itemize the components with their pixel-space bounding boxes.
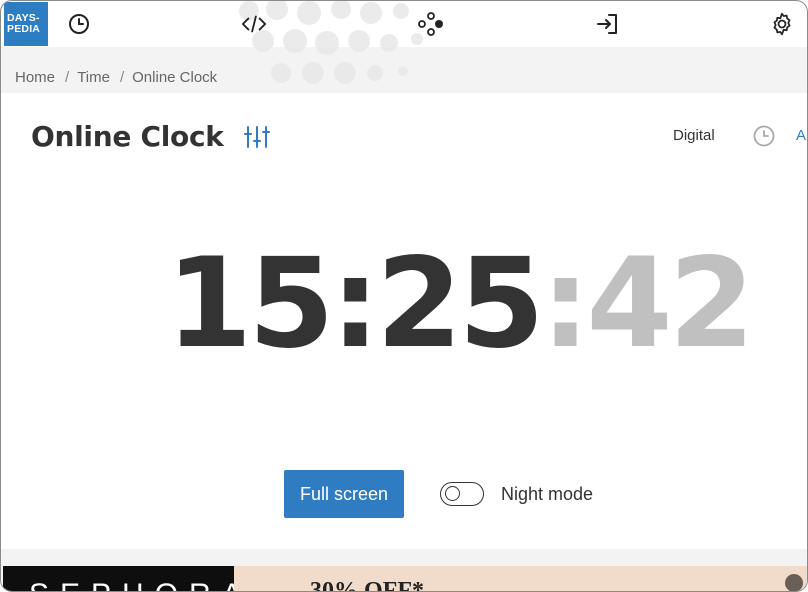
gear-icon[interactable] — [769, 11, 795, 37]
dayspedia-logo[interactable]: DAYS- PEDIA — [4, 2, 48, 46]
night-mode-label: Night mode — [501, 484, 594, 504]
page-title: Online Clock — [31, 120, 224, 153]
analog-clock-icon[interactable] — [753, 125, 775, 147]
tab-analog-partial[interactable]: A — [796, 127, 806, 144]
digital-clock-display: 15:25:42 — [166, 232, 755, 376]
clock-seconds-separator: : — [540, 232, 591, 376]
tab-digital[interactable]: Digital — [673, 127, 715, 144]
app-window: DAYS- PEDIA Home / Time / Online Clock O… — [0, 0, 808, 592]
breadcrumb-time[interactable]: Time — [77, 69, 110, 86]
clock-icon[interactable] — [66, 11, 92, 37]
ad-offer-panel: 30% OFF* — [234, 566, 807, 592]
night-mode-toggle[interactable] — [440, 482, 484, 506]
logo-line-2: PEDIA — [7, 23, 41, 35]
breadcrumb: Home / Time / Online Clock — [15, 69, 217, 86]
advertisement-banner[interactable]: SEPHORA 30% OFF* — [3, 566, 807, 592]
ad-brand-text: SEPHORA — [29, 580, 253, 592]
clock-seconds: 42 — [586, 232, 755, 376]
top-navigation: DAYS- PEDIA — [1, 1, 807, 47]
ad-brand-panel: SEPHORA — [3, 566, 242, 591]
breadcrumb-separator: / — [119, 69, 125, 86]
breadcrumb-home[interactable]: Home — [15, 69, 55, 86]
ad-offer-text: 30% OFF* — [310, 578, 424, 592]
fullscreen-button[interactable]: Full screen — [284, 470, 404, 518]
breadcrumb-separator: / — [65, 69, 70, 86]
clock-hours-minutes: 15:25 — [166, 232, 545, 376]
login-icon[interactable] — [594, 11, 620, 37]
ad-product-image — [785, 574, 803, 591]
sliders-icon[interactable] — [244, 125, 270, 149]
toggle-knob — [445, 486, 460, 501]
share-icon[interactable] — [418, 11, 444, 37]
code-icon[interactable] — [241, 11, 267, 37]
breadcrumb-online-clock[interactable]: Online Clock — [132, 69, 217, 86]
